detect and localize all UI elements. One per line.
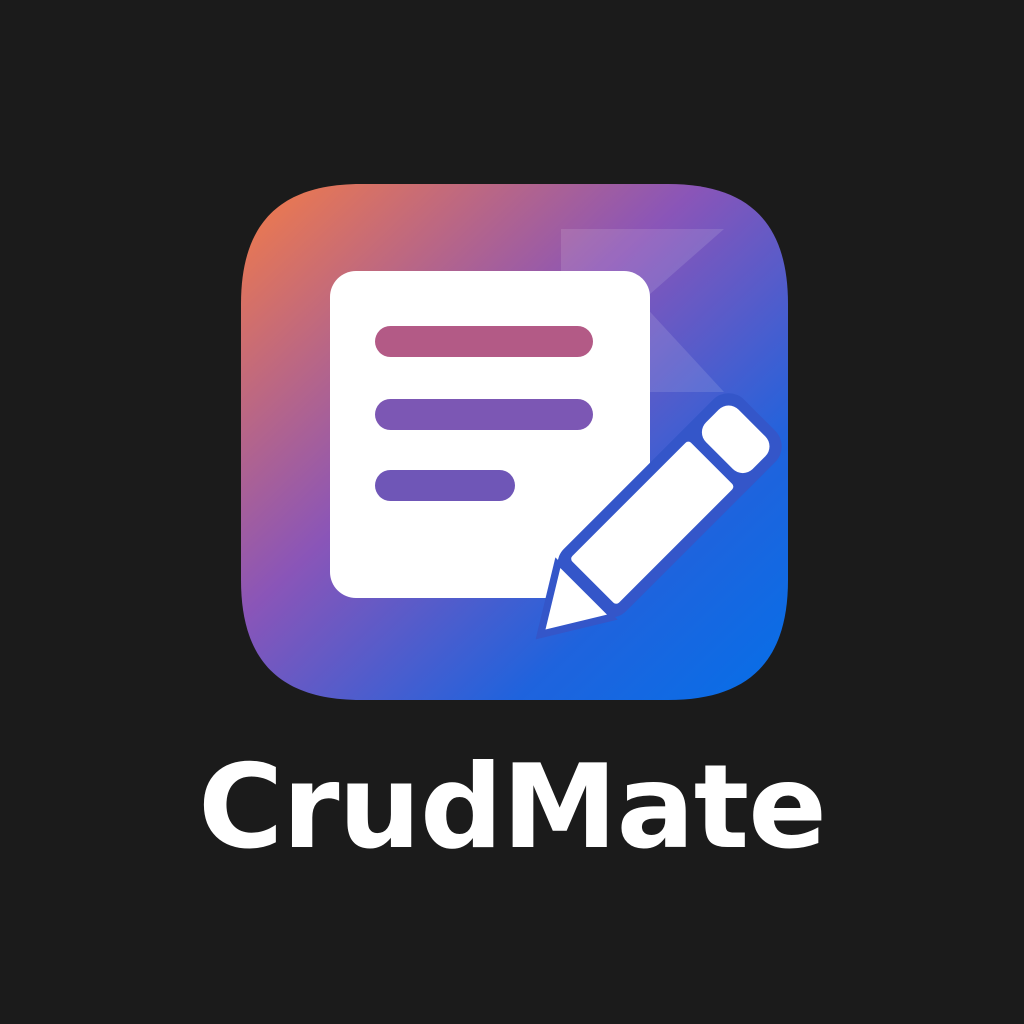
document-edit-icon: [241, 184, 788, 700]
app-launch-screen: CrudMate: [0, 0, 1024, 1024]
app-name: CrudMate: [198, 740, 827, 875]
document-line: [375, 399, 593, 430]
app-icon[interactable]: [241, 184, 788, 700]
document-line: [375, 470, 515, 501]
document-line: [375, 326, 593, 357]
